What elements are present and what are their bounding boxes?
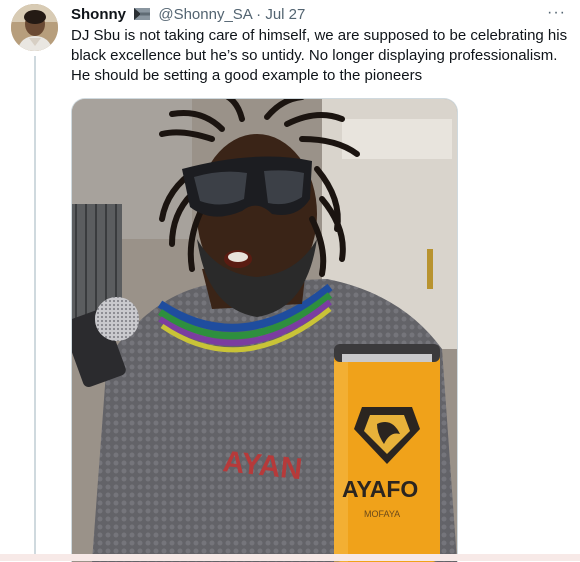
author-handle[interactable]: @Shonny_SA [158, 6, 252, 23]
header-separator: · [256, 6, 262, 23]
energy-drink-can: AYAFO MOFAYA [334, 344, 440, 562]
can-brand-text: AYAFO [342, 476, 418, 502]
can-brand-small-text: MOFAYA [364, 509, 400, 519]
tweet-header: Shonny @Shonny_SA · Jul 27 [71, 6, 305, 24]
bottom-divider [0, 554, 580, 561]
avatar-image [11, 4, 58, 51]
more-options-icon[interactable]: ··· [547, 4, 566, 22]
photo-dj-with-energy-drink: AYAN AYAFO MOFAYA [72, 99, 457, 562]
avatar[interactable] [11, 4, 58, 51]
tweet-text: DJ Sbu is not taking care of himself, we… [71, 27, 568, 84]
tweet-media-image[interactable]: AYAN AYAFO MOFAYA [71, 98, 458, 562]
author-name[interactable]: Shonny [71, 6, 126, 23]
flag-emoji-icon [134, 8, 151, 20]
tweet-date[interactable]: Jul 27 [265, 6, 305, 23]
thread-connector-line [34, 56, 36, 556]
